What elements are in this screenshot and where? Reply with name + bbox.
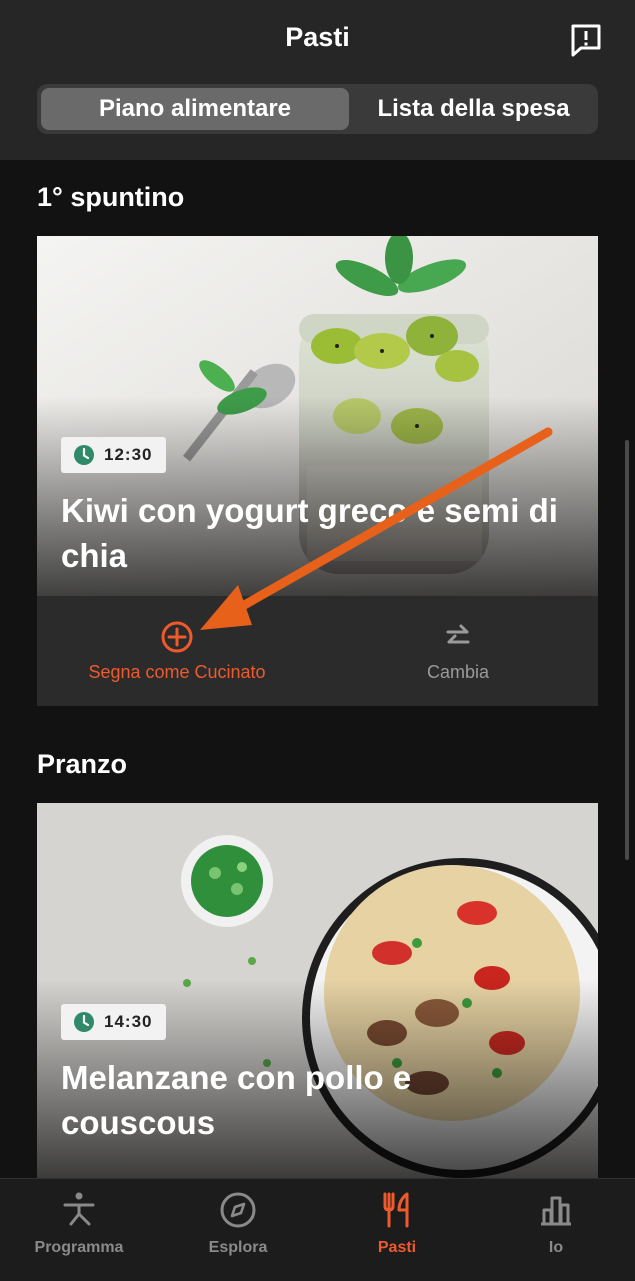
scrollbar[interactable] [625, 440, 629, 860]
exercise-figure-icon [63, 1192, 95, 1226]
meal-time: 14:30 [104, 1012, 153, 1031]
clock-icon [74, 1012, 94, 1032]
time-badge: 14:30 [61, 1004, 167, 1040]
nav-item-esplora[interactable]: Esplora [159, 1179, 317, 1281]
nav-label-esplora: Esplora [208, 1239, 268, 1256]
nav-item-io[interactable]: Io [477, 1179, 635, 1281]
nav-item-pasti[interactable]: Pasti [318, 1179, 476, 1281]
meal-title: Melanzane con pollo e couscous [61, 1059, 412, 1141]
fork-knife-icon [383, 1192, 409, 1228]
nav-label-programma: Programma [34, 1239, 124, 1256]
meal-card-lunch[interactable]: 14:30 Melanzane con pollo e couscous [37, 803, 598, 1179]
bottom-nav: Programma Esplora Pasti Io [0, 1178, 635, 1281]
nav-item-programma[interactable]: Programma [0, 1179, 158, 1281]
bar-chart-icon [541, 1196, 571, 1226]
compass-icon [220, 1192, 256, 1228]
nav-label-pasti: Pasti [377, 1239, 417, 1256]
nav-label-io: Io [548, 1239, 564, 1256]
section-title-lunch: Pranzo [37, 749, 128, 779]
